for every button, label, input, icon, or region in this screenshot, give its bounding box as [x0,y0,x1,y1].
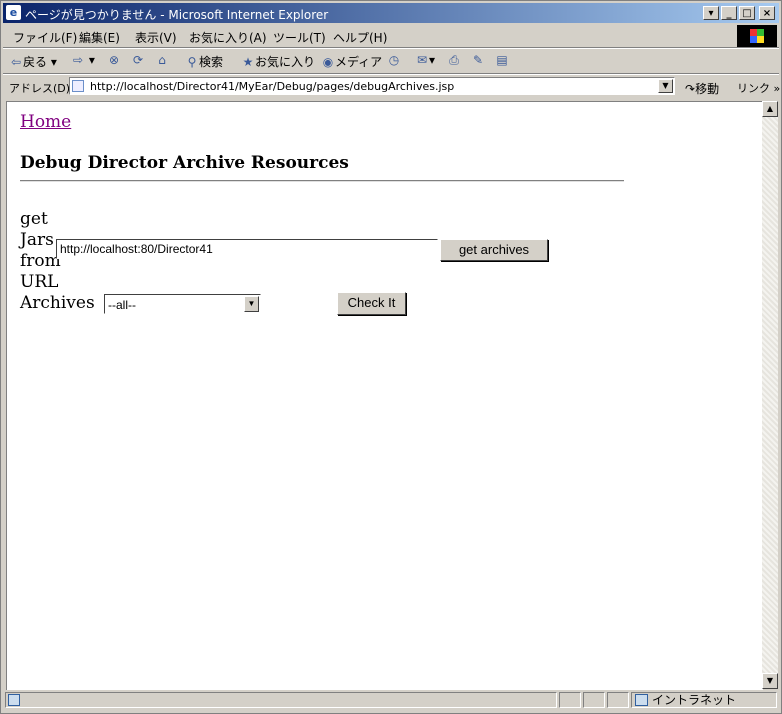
go-label: 移動 [695,82,720,96]
media-icon: ◉ [322,55,334,69]
heading-divider [20,180,624,182]
status-segment [559,692,581,708]
title-bar[interactable]: e ページが見つかりません - Microsoft Internet Explo… [3,3,779,23]
links-button[interactable]: リンク » [737,80,780,96]
media-label: メディア [335,55,383,69]
status-segment [583,692,605,708]
address-bar: アドレス(D) http://localhost/Director41/MyEa… [3,75,780,99]
zone-label: イントラネット [652,693,737,707]
home-icon: ⌂ [158,53,166,67]
archives-select[interactable]: --all-- ▼ [104,294,261,314]
go-button[interactable]: ↷移動 [685,80,719,97]
address-input[interactable]: http://localhost/Director41/MyEar/Debug/… [69,77,675,95]
history-button[interactable]: ◷ [387,53,401,67]
links-label: リンク [737,82,770,95]
page-title: Debug Director Archive Resources [20,153,349,173]
mail-button[interactable]: ✉ ▾ [415,53,435,67]
maximize-button[interactable]: □ [739,6,755,20]
edit-icon: ✎ [472,53,484,67]
search-button[interactable]: ⚲ 検索 [185,53,223,70]
address-url: http://localhost/Director41/MyEar/Debug/… [90,80,455,93]
search-icon: ⚲ [187,55,197,69]
ie-status-icon [8,694,20,706]
history-icon: ◷ [388,53,400,67]
media-button[interactable]: ◉ メディア [321,53,382,70]
mail-icon: ✉ [416,53,428,67]
status-bar: イントラネット [3,690,779,711]
vertical-scrollbar[interactable]: ▲ ▼ [762,101,778,689]
menu-tools[interactable]: ツール(T) [273,29,326,46]
menu-favorites[interactable]: お気に入り(A) [189,29,267,46]
menu-help[interactable]: ヘルプ(H) [333,29,387,46]
minimize-button[interactable]: _ [721,6,737,20]
page-icon [72,80,84,92]
status-zone: イントラネット [631,692,777,708]
menu-file[interactable]: ファイル(F) [13,29,77,46]
stop-icon: ⊗ [108,53,120,67]
favorites-button[interactable]: ★ お気に入り [241,53,315,70]
favorites-icon: ★ [242,55,254,69]
toolbar: ⇦ 戻る ▾ ⇨ ▾ ⊗ ⟳ ⌂ ⚲ 検索 ★ お気に入り ◉ メディア ◷ ✉ ▾ ⎙ … [3,49,779,73]
toolbar-toggle-icon[interactable]: ▾ [703,6,719,20]
refresh-icon: ⟳ [132,53,144,67]
check-it-button[interactable]: Check It [337,292,406,315]
windows-logo-icon [737,25,777,47]
jars-url-label: get Jars from URL [20,209,61,292]
ie-page-icon: e [6,5,21,20]
chevron-down-icon[interactable]: ▼ [244,296,259,312]
print-button[interactable]: ⎙ [447,53,461,68]
address-dropdown-icon[interactable]: ▼ [658,79,673,93]
scroll-down-icon[interactable]: ▼ [762,673,778,689]
intranet-icon [635,694,648,706]
back-arrow-icon: ⇦ [10,55,22,69]
forward-arrow-icon: ⇨ [72,53,84,67]
stop-button[interactable]: ⊗ [107,53,121,67]
close-button[interactable]: × [759,6,775,20]
favorites-label: お気に入り [255,55,316,69]
get-archives-button[interactable]: get archives [440,239,548,261]
status-segment [607,692,629,708]
printer-icon: ⎙ [449,53,459,67]
search-label: 検索 [199,55,224,69]
window-title: ページが見つかりません - Microsoft Internet Explore… [25,8,329,22]
archives-selected-value: --all-- [108,298,136,312]
back-button[interactable]: ⇦ 戻る ▾ [9,53,57,70]
status-main [5,692,557,708]
back-label: 戻る [23,55,48,69]
archives-label: Archives [20,293,95,313]
menu-bar: ファイル(F) 編集(E) 表示(V) お気に入り(A) ツール(T) ヘルプ(… [3,25,779,47]
edit-button[interactable]: ✎ [471,53,485,67]
jars-url-input[interactable] [56,239,438,259]
home-link[interactable]: Home [20,112,71,132]
discuss-icon: ▤ [496,53,508,67]
forward-button[interactable]: ⇨ ▾ [71,53,95,67]
scroll-up-icon[interactable]: ▲ [762,101,778,117]
browser-window: e ページが見つかりません - Microsoft Internet Explo… [0,0,782,714]
address-label: アドレス(D) [9,82,71,95]
page-content: Home Debug Director Archive Resources ge… [6,101,763,690]
go-arrow-icon: ↷ [685,82,696,96]
home-button[interactable]: ⌂ [155,53,169,67]
refresh-button[interactable]: ⟳ [131,53,145,67]
menu-view[interactable]: 表示(V) [135,29,177,46]
discuss-button[interactable]: ▤ [495,53,509,67]
menu-edit[interactable]: 編集(E) [79,29,120,46]
